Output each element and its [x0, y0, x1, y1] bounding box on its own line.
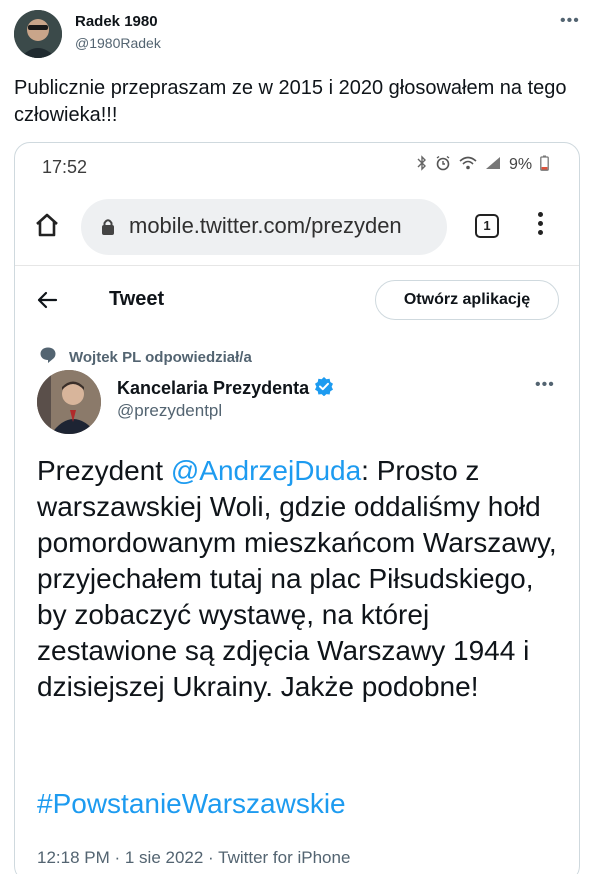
address-bar[interactable]: mobile.twitter.com/prezyden: [81, 199, 447, 255]
outer-more-icon[interactable]: •••: [560, 12, 580, 30]
verified-badge-icon: [314, 376, 334, 401]
phone-time: 17:52: [42, 157, 88, 177]
author-name-text[interactable]: Kancelaria Prezydenta: [117, 378, 309, 399]
author-name[interactable]: Kancelaria Prezydenta: [117, 376, 334, 401]
author-avatar[interactable]: [37, 370, 101, 434]
twitter-page: Tweet Otwórz aplikację Wojtek PL odpowie…: [15, 265, 579, 874]
tweet-timestamp[interactable]: 12:18 PM · 1 sie 2022 · Twitter for iPho…: [37, 848, 350, 868]
speech-bubble-icon: [39, 346, 57, 369]
back-arrow-icon[interactable]: [35, 288, 59, 317]
home-icon[interactable]: [33, 211, 61, 244]
tweet-body: Prezydent @AndrzejDuda: Prosto z warszaw…: [37, 453, 557, 705]
battery-percent: 9%: [509, 156, 533, 173]
outer-author-name[interactable]: Radek 1980: [75, 13, 158, 30]
browser-menu-icon[interactable]: [532, 209, 548, 243]
signal-icon: [485, 156, 501, 174]
tweet-body-prefix: Prezydent: [37, 455, 171, 486]
bluetooth-icon: [417, 155, 427, 175]
reply-context-text: Wojtek PL odpowiedział/a: [69, 349, 252, 366]
tweet-body-rest: : Prosto z warszawskiej Woli, gdzie odda…: [37, 455, 557, 702]
outer-tweet-text: Publicznie przepraszam ze w 2015 i 2020 …: [14, 77, 567, 126]
hashtag-link[interactable]: #PowstanieWarszawskie: [37, 786, 346, 822]
tab-switcher-icon[interactable]: 1: [475, 214, 499, 238]
wifi-icon: [459, 156, 477, 174]
battery-icon: [540, 155, 549, 175]
attached-screenshot[interactable]: 17:52 9% mobile.twitter.com/prezyden 1 T…: [14, 142, 580, 874]
lock-icon: [101, 218, 115, 241]
alarm-icon: [435, 155, 451, 175]
open-app-button[interactable]: Otwórz aplikację: [375, 280, 559, 320]
browser-toolbar: mobile.twitter.com/prezyden 1: [15, 191, 579, 263]
url-text[interactable]: mobile.twitter.com/prezyden: [129, 213, 402, 239]
phone-status-bar: 17:52 9%: [15, 143, 579, 189]
reply-context: Wojtek PL odpowiedział/a: [39, 346, 252, 369]
author-handle[interactable]: @prezydentpl: [117, 401, 222, 421]
status-icons: 9%: [417, 155, 549, 175]
page-title: Tweet: [109, 288, 165, 310]
outer-author-handle[interactable]: @1980Radek: [75, 35, 161, 51]
mention-link[interactable]: @AndrzejDuda: [171, 455, 361, 486]
outer-avatar[interactable]: [14, 10, 62, 58]
tweet-more-icon[interactable]: •••: [535, 376, 555, 394]
